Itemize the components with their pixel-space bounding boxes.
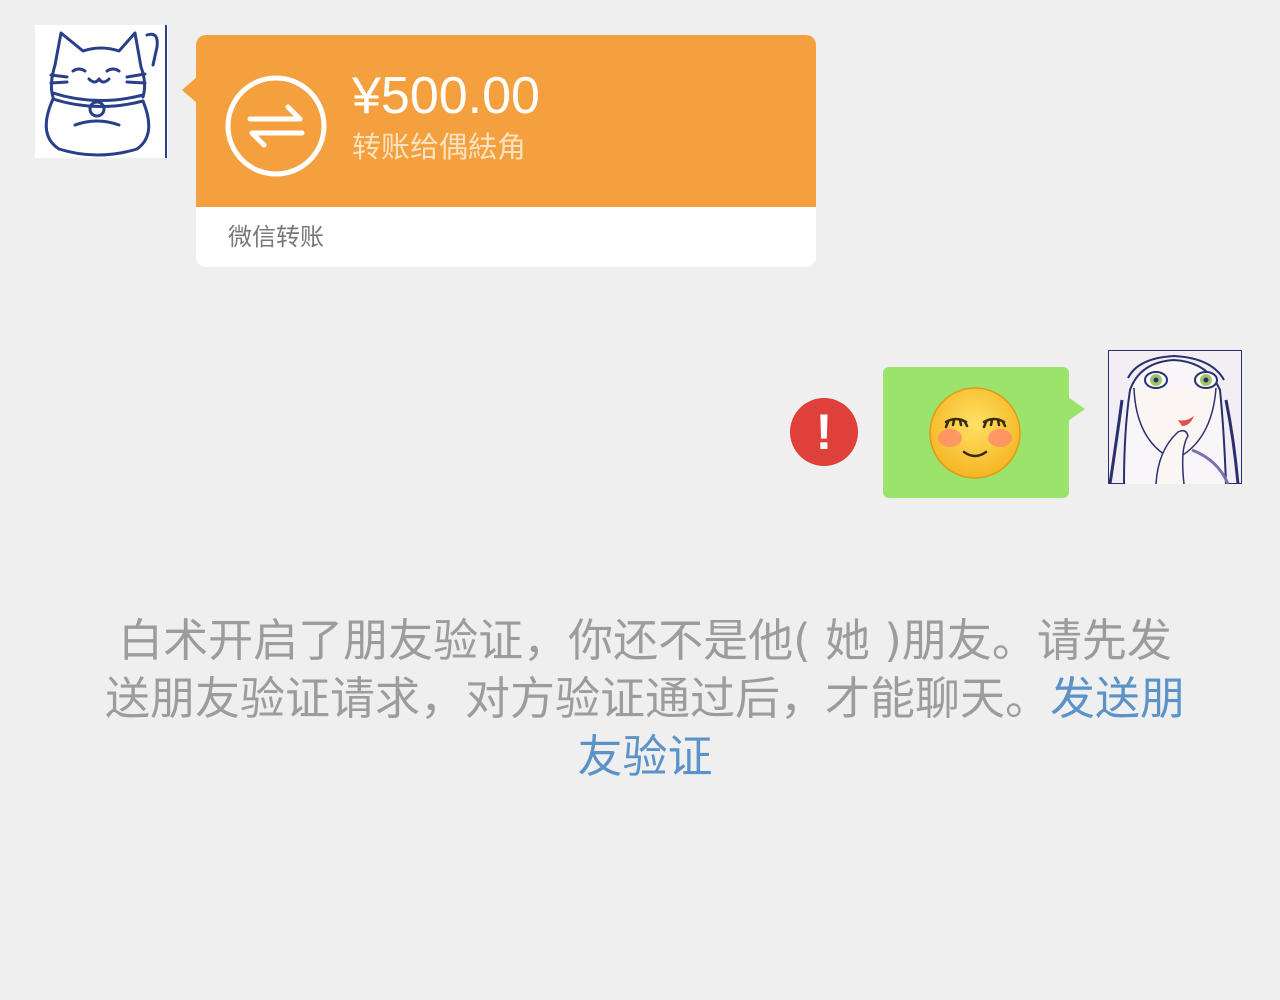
sent-message-bubble[interactable]	[883, 367, 1069, 498]
transfer-footer-label: 微信转账	[228, 223, 324, 251]
contact-avatar[interactable]	[35, 25, 168, 158]
transfer-card[interactable]: ¥500.00 转账给偶紶角 微信转账	[196, 35, 816, 267]
anime-girl-avatar-image	[1108, 350, 1242, 484]
blushing-face-emoji	[929, 387, 1021, 479]
transfer-amount: ¥500.00	[352, 67, 540, 125]
friend-verification-notice: 白术开启了朋友验证，你还不是他( 她 )朋友。请先发送朋友验证请求，对方验证通过…	[100, 612, 1190, 786]
transfer-description: 转账给偶紶角	[352, 130, 527, 164]
transfer-arrows-icon	[225, 75, 327, 177]
notice-text: 白术开启了朋友验证，你还不是他( 她 )朋友。请先发送朋友验证请求，对方验证通过…	[104, 614, 1172, 725]
transfer-card-header: ¥500.00 转账给偶紶角	[196, 35, 816, 207]
exclamation-icon[interactable]: !	[790, 398, 858, 466]
sent-bubble-tail	[1068, 397, 1085, 421]
self-avatar[interactable]	[1108, 350, 1242, 484]
cat-avatar-image	[35, 25, 168, 158]
